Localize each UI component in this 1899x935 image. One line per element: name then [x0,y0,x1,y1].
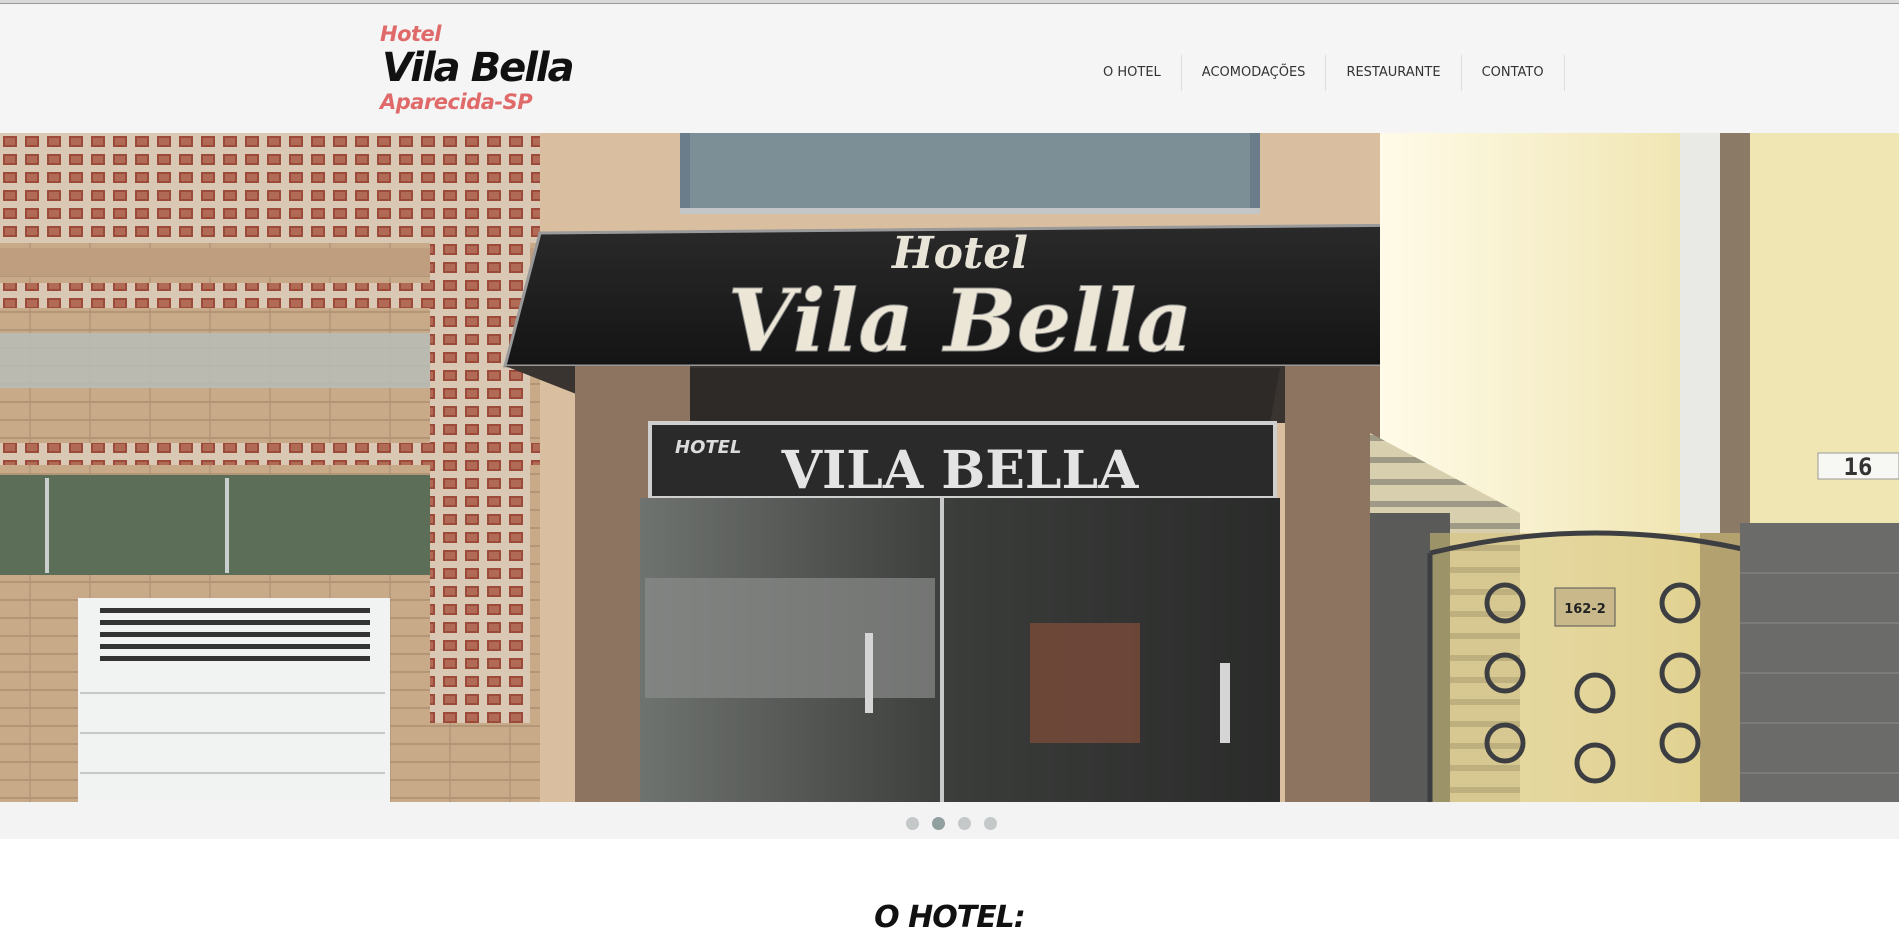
hero-slider-image[interactable]: Hotel Vila Bella HOTEL VILA BELLA 162-2 … [0,133,1899,802]
slider-dot-2[interactable] [932,817,945,830]
nav-item-o-hotel[interactable]: O HOTEL [1083,55,1182,91]
site-logo[interactable]: Hotel Vila Bella Aparecida-SP [380,22,575,114]
nav-item-contato[interactable]: CONTATO [1462,55,1565,91]
main-nav: O HOTEL ACOMODAÇÕES RESTAURANTE CONTATO [1083,55,1565,91]
site-header: Hotel Vila Bella Aparecida-SP O HOTEL AC… [0,4,1899,133]
svg-text:HOTEL: HOTEL [675,437,741,458]
slider-dot-1[interactable] [906,817,919,830]
nav-item-acomodacoes[interactable]: ACOMODAÇÕES [1182,55,1327,91]
nav-item-restaurante[interactable]: RESTAURANTE [1326,55,1462,91]
logo-hotel-text: Hotel [380,22,441,46]
svg-text:VILA BELLA: VILA BELLA [781,440,1139,501]
svg-text:162-2: 162-2 [1564,602,1606,617]
section-title: O HOTEL: [874,900,1026,935]
slider-pagination [0,802,1899,839]
logo-location-text: Aparecida-SP [380,90,533,114]
svg-text:16: 16 [1844,453,1873,481]
slider-dot-3[interactable] [958,817,971,830]
svg-text:Vila Bella: Vila Bella [728,271,1193,372]
logo-name-text: Vila Bella [382,45,575,91]
slider-dot-4[interactable] [984,817,997,830]
hotel-facade-photo: Hotel Vila Bella HOTEL VILA BELLA 162-2 … [0,133,1899,802]
